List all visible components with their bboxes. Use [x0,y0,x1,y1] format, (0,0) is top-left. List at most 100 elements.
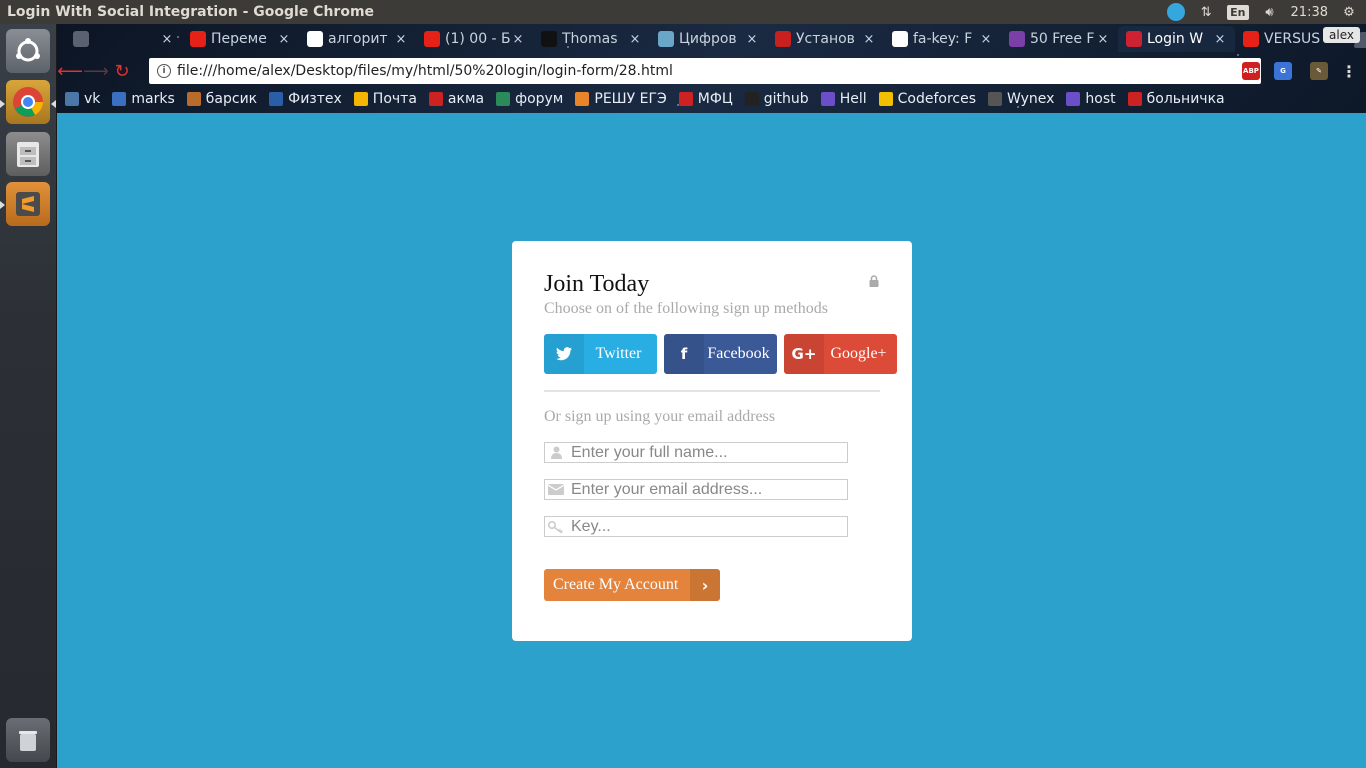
bookmark-favicon-icon [878,92,893,106]
bookmark-favicon-icon [496,92,511,106]
bookmark-favicon-icon [744,92,759,106]
facebook-signup-button[interactable]: f Facebook [664,334,777,374]
tab-label: Установ [796,31,855,47]
tab-favicon-icon [424,31,440,47]
tab-close-icon[interactable]: × [1213,32,1227,47]
tab-close-icon[interactable]: × [160,32,174,47]
browser-tab[interactable]: алгорит × [299,26,416,52]
chrome-window: × Переме × алгорит × (1) 00 - Б × Thomas × Цифров… [57,24,1366,768]
tab-close-icon[interactable]: × [1096,32,1110,47]
twitter-signup-button[interactable]: Twitter [544,334,657,374]
bookmark-favicon-icon [428,92,443,106]
translate-extension-icon[interactable]: G [1274,62,1292,80]
tab-close-icon[interactable]: × [745,32,759,47]
back-button[interactable]: ⟵ [57,58,83,84]
browser-tab[interactable]: Установ × [767,26,884,52]
tab-favicon-icon [1126,31,1142,47]
tab-label: (1) 00 - Б [445,31,511,47]
tab-label: Thomas [562,31,618,47]
tab-close-icon[interactable]: × [862,32,876,47]
browser-tab[interactable]: × [65,26,182,52]
tab-favicon-icon [307,31,323,47]
google-plus-label: Google+ [830,345,887,362]
bookmark-item[interactable]: host [1066,91,1116,107]
bookmark-item[interactable]: МФЦ [678,91,733,107]
full-name-input[interactable] [567,443,847,462]
tab-close-icon[interactable]: × [394,32,408,47]
tab-close-icon[interactable]: × [511,32,525,47]
menu-icon[interactable]: ⋮ [1340,62,1358,81]
eyedropper-extension-icon[interactable]: ✎ [1310,62,1328,80]
email-input[interactable] [567,480,847,499]
bookmark-favicon-icon [678,92,693,106]
address-url[interactable]: file:///home/alex/Desktop/files/my/html/… [177,63,1235,79]
forward-button[interactable]: ⟶ [83,58,109,84]
create-account-label: Create My Account [553,576,679,593]
telegram-icon[interactable] [1167,3,1186,21]
tab-favicon-icon [190,31,206,47]
bookmark-item[interactable]: github [744,91,809,107]
bookmark-item[interactable]: Wynex [988,91,1054,107]
running-indicator [0,201,5,209]
launcher-files[interactable] [6,132,50,176]
volume-icon[interactable]: 🔊︎ [1261,3,1279,21]
keyboard-layout-indicator[interactable]: En [1227,4,1249,20]
settings-gear-icon[interactable]: ⚙ [1340,3,1358,21]
focused-indicator [51,100,56,108]
profile-button[interactable]: alex [1323,27,1360,43]
tab-favicon-icon [1009,31,1025,47]
card-subtitle: Choose on of the following sign up metho… [544,300,828,317]
browser-tab[interactable]: Thomas × [533,26,650,52]
site-info-icon[interactable]: i [157,64,171,78]
clock[interactable]: 21:38 [1291,5,1328,20]
bookmark-item[interactable]: Физтех [269,91,342,107]
reload-button[interactable]: ↻ [109,58,135,84]
address-bar[interactable]: i file:///home/alex/Desktop/files/my/htm… [149,58,1261,84]
dash-home-button[interactable] [6,29,50,73]
bookmark-item[interactable]: форум [496,91,563,107]
lock-icon [869,275,879,287]
chrome-frame: × Переме × алгорит × (1) 00 - Б × Thomas × Цифров… [57,24,1366,113]
browser-tab[interactable]: (1) 00 - Б × [416,26,533,52]
bookmark-item[interactable]: marks [112,91,175,107]
browser-tab[interactable]: Переме × [182,26,299,52]
bookmark-label: vk [84,91,101,107]
network-icon[interactable]: ⇅ [1197,3,1215,21]
bookmark-item[interactable]: Codeforces [878,91,976,107]
bookmark-item[interactable]: больничка [1127,91,1225,107]
bookmark-item[interactable]: vk [65,91,100,107]
google-plus-signup-button[interactable]: G+ Google+ [784,334,897,374]
system-tray: ⇅ En 🔊︎ 21:38 ⚙ [1167,3,1366,21]
launcher-sublime-text[interactable] [6,182,50,226]
bookmark-item[interactable]: РЕШУ ЕГЭ [575,91,667,107]
bookmark-item[interactable]: барсик [186,91,257,107]
create-account-button[interactable]: Create My Account › [544,569,720,601]
adblock-extension-icon[interactable]: ABP [1242,62,1260,80]
divider [544,390,880,392]
key-field [544,516,848,537]
browser-tab[interactable]: Login W × [1118,26,1235,52]
trash-icon [19,731,37,751]
tab-close-icon[interactable]: × [628,32,642,47]
bookmark-item[interactable]: Hell [820,91,867,107]
bookmark-favicon-icon [820,92,835,106]
browser-tab[interactable]: fa-key: F × [884,26,1001,52]
bookmark-item[interactable]: Почта [353,91,417,107]
running-indicator [0,100,5,108]
key-input[interactable] [567,517,847,536]
browser-tab[interactable]: Цифров × [650,26,767,52]
browser-tab[interactable]: 50 Free F × [1001,26,1118,52]
bookmark-favicon-icon [1066,92,1081,106]
launcher-trash[interactable] [6,718,50,762]
bookmark-label: форум [515,91,564,107]
forward-arrow-icon: ⟶ [83,60,109,82]
tab-close-icon[interactable]: × [979,32,993,47]
reload-icon: ↻ [114,60,130,82]
tab-favicon-icon [73,31,89,47]
system-top-panel: Login With Social Integration - Google C… [0,0,1366,24]
launcher-chrome[interactable] [6,80,50,124]
bookmark-item[interactable]: акма [428,91,484,107]
tab-close-icon[interactable]: × [277,32,291,47]
sublime-text-icon [16,192,40,216]
tab-label: Переме [211,31,267,47]
